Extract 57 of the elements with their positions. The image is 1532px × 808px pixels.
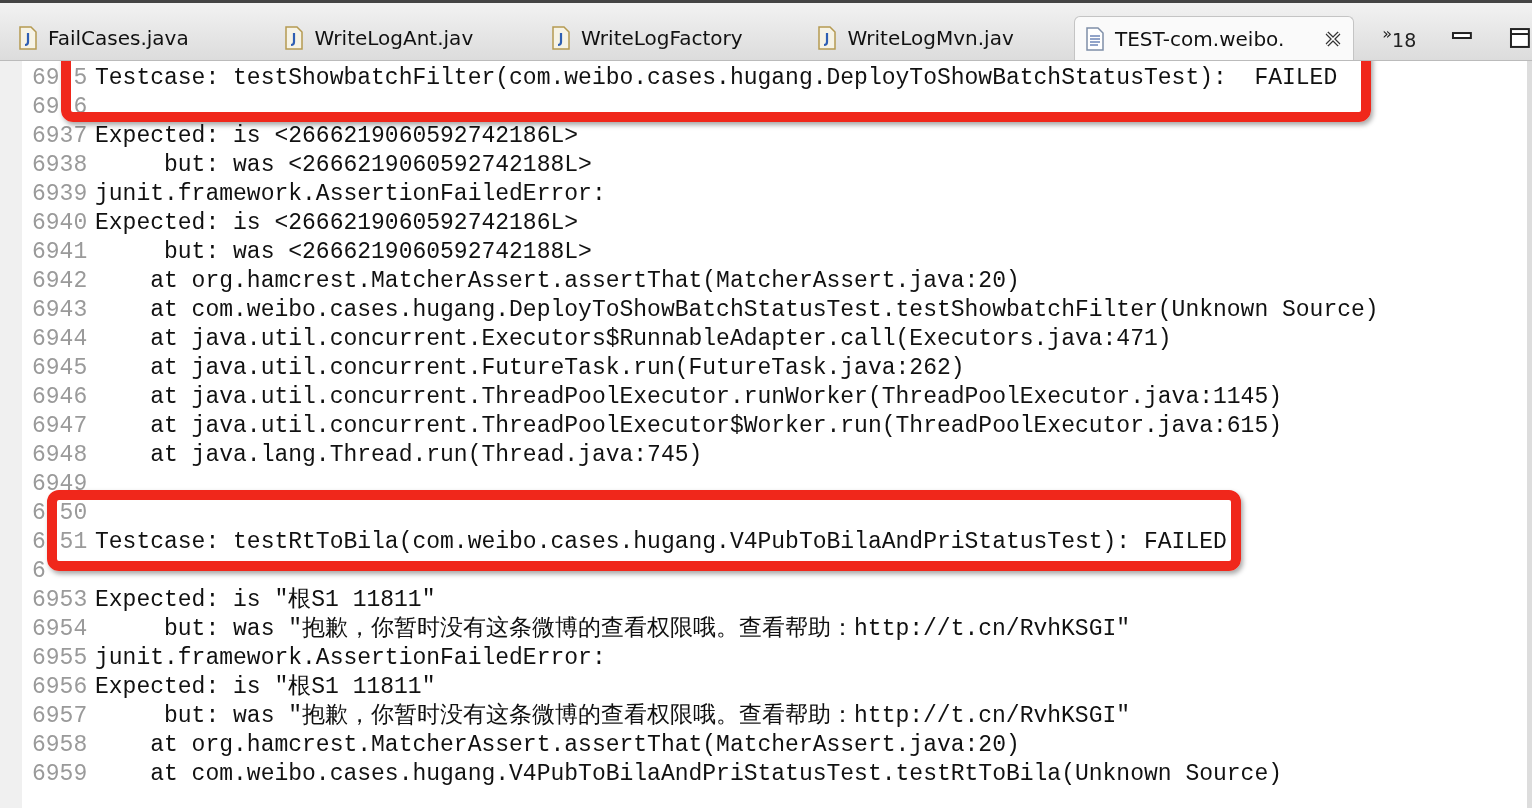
java-file-icon (817, 25, 838, 51)
code-line: Testcase: testRtToBila(com.weibo.cases.hugang.V4PubToBilaAndPriStatusTest): FAILED (95, 528, 1227, 557)
editor-tab[interactable]: WriteLogMvn.jav (807, 16, 1064, 60)
editor-tab[interactable]: FailCases.java (8, 16, 265, 60)
more-tabs-button[interactable]: »18 (1382, 20, 1417, 60)
code-line: at java.lang.Thread.run(Thread.java:745) (149, 441, 703, 470)
code-line: Expected: is "根S1 11811" (95, 586, 436, 615)
code-line: Expected: is <2666219060592742186L> (95, 209, 579, 238)
text-file-icon (1084, 25, 1105, 52)
maximize-icon[interactable] (1508, 26, 1532, 50)
line-number: 6 (32, 557, 47, 586)
code-line: at java.util.concurrent.FutureTask.run(FutureTask.java:262) (149, 354, 965, 383)
line-number: 6948 (32, 441, 89, 470)
code-line: junit.framework.AssertionFailedError: (95, 180, 606, 209)
line-number: 6947 (32, 412, 89, 441)
code-line: at java.util.concurrent.ThreadPoolExecutor$Worker.run(ThreadPoolExecutor.java:615) (149, 412, 1282, 441)
java-file-icon (18, 25, 38, 51)
line-number: 6957 (32, 702, 89, 731)
line-number: 6943 (32, 296, 89, 325)
line-number: 6946 (32, 383, 89, 412)
line-number: 6956 (32, 673, 89, 702)
code-line: but: was "抱歉，你暂时没有这条微博的查看权限哦。查看帮助：http://t.cn/RvhKSGI" (163, 702, 1131, 731)
code-line: at org.hamcrest.MatcherAssert.assertThat(MatcherAssert.java:20) (149, 731, 1020, 760)
line-number: 6958 (32, 731, 89, 760)
code-line: Expected: is "根S1 11811" (95, 673, 436, 702)
line-number: 6953 (32, 586, 89, 615)
code-line: at com.weibo.cases.hugang.DeployToShowBatchStatusTest.testShowbatchFilter(Unknown Source) (149, 296, 1379, 325)
line-number: 6938 (32, 151, 89, 180)
editor-tab[interactable]: TEST-com.weibo. (1073, 16, 1355, 60)
java-file-icon (550, 25, 571, 51)
line-number: 6959 (32, 760, 89, 789)
line-number: 6937 (32, 122, 89, 151)
line-number: 6 50 (32, 499, 89, 528)
line-number: 6941 (32, 238, 89, 267)
code-line: Expected: is <2666219060592742186L> (95, 122, 579, 151)
editor-tab[interactable]: WriteLogAnt.jav (274, 16, 531, 60)
line-number: 69 5 (32, 64, 89, 93)
code-line: at com.weibo.cases.hugang.V4PubToBilaAndPriStatusTest.testRtToBila(Unknown Source) (149, 760, 1282, 789)
code-line: but: was "抱歉，你暂时没有这条微博的查看权限哦。查看帮助：http://t.cn/RvhKSGI" (163, 615, 1131, 644)
line-number: 6949 (32, 470, 89, 499)
code-line: Testcase: testShowbatchFilter(com.weibo.cases.hugang.DeployToShowBatchStatusTest): FAILED (95, 64, 1338, 93)
line-number: 6940 (32, 209, 89, 238)
code-line: junit.framework.AssertionFailedError: (95, 644, 606, 673)
line-number: 6944 (32, 325, 89, 354)
line-number: 6955 (32, 644, 89, 673)
line-number: 6945 (32, 354, 89, 383)
code-line: at org.hamcrest.MatcherAssert.assertThat(MatcherAssert.java:20) (149, 267, 1020, 296)
line-number: 6939 (32, 180, 89, 209)
line-number: 6 51 (32, 528, 89, 557)
code-line: at java.util.concurrent.ThreadPoolExecutor.runWorker(ThreadPoolExecutor.java:1145) (149, 383, 1282, 412)
code-line: but: was <2666219060592742188L> (163, 238, 592, 267)
code-line: but: was <2666219060592742188L> (163, 151, 592, 180)
line-number: 6942 (32, 267, 89, 296)
line-number: 6954 (32, 615, 89, 644)
editor-tab[interactable]: WriteLogFactory (540, 16, 798, 60)
code-line: at java.util.concurrent.Executors$RunnableAdapter.call(Executors.java:471) (149, 325, 1172, 354)
java-file-icon (284, 25, 305, 51)
